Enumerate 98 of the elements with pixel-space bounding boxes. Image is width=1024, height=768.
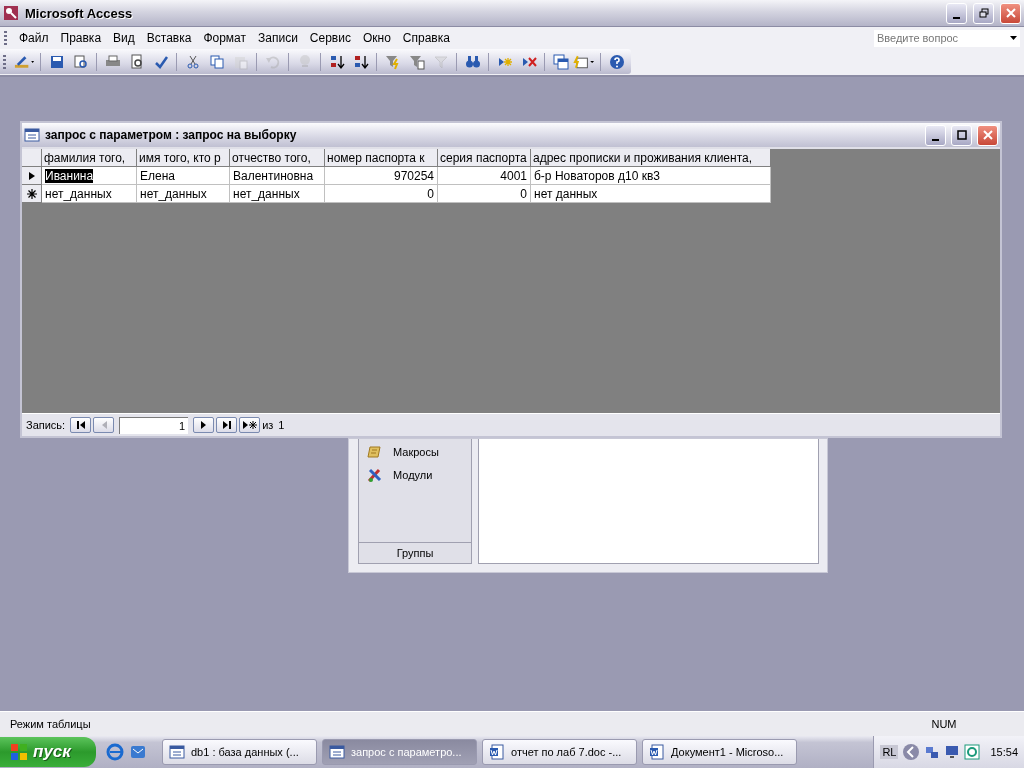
- taskbar-button[interactable]: Документ1 - Microso...: [642, 739, 797, 765]
- row-selector[interactable]: [22, 167, 42, 185]
- close-button[interactable]: [977, 124, 998, 146]
- table-cell[interactable]: нет данных: [531, 185, 771, 203]
- minimize-button[interactable]: [946, 2, 967, 24]
- table-cell[interactable]: 0: [438, 185, 531, 203]
- scroll-icon: [367, 444, 383, 460]
- navigation-button[interactable]: [70, 417, 92, 433]
- maximize-button[interactable]: [951, 124, 972, 146]
- table-cell[interactable]: 970254: [325, 167, 438, 185]
- magnifier-page-icon: [128, 53, 145, 70]
- funnel-lightning-icon: [384, 53, 401, 70]
- dropdown-icon: [1009, 36, 1017, 40]
- menu-item[interactable]: Правка: [54, 29, 108, 47]
- scissors-icon: [184, 53, 201, 70]
- sort-ascending-icon: [328, 53, 345, 70]
- table-cell[interactable]: б-р Новаторов д10 кв3: [531, 167, 771, 185]
- window-icon: [24, 127, 40, 143]
- minimize-icon: [953, 16, 960, 19]
- column-header[interactable]: имя того, кто р: [137, 149, 230, 167]
- window-icon: [329, 744, 345, 760]
- of-label: из: [262, 419, 274, 431]
- menu-item[interactable]: Записи: [252, 29, 304, 47]
- navigation-button[interactable]: [216, 417, 238, 433]
- mail-icon: [129, 743, 147, 761]
- binoculars-icon: [464, 53, 481, 70]
- new-record-icon: [241, 420, 258, 430]
- table-cell[interactable]: Елена: [137, 167, 230, 185]
- column-header[interactable]: отчество того,: [230, 149, 325, 167]
- window-icon: [169, 744, 185, 760]
- new-object-icon: [573, 53, 596, 70]
- menu-item[interactable]: Справка: [396, 29, 456, 47]
- column-header[interactable]: адрес прописки и проживания клиента,: [531, 149, 771, 167]
- ruler-pencil-icon: [13, 53, 36, 70]
- row-selector[interactable]: [22, 185, 42, 203]
- funnel-form-icon: [408, 53, 425, 70]
- maximize-icon: [956, 130, 967, 140]
- column-header[interactable]: фамилия того,: [42, 149, 137, 167]
- ask-question-field[interactable]: Введите вопрос: [874, 29, 1006, 47]
- close-icon: [982, 130, 993, 140]
- document-icon: [649, 744, 665, 760]
- restore-button[interactable]: [973, 2, 994, 24]
- funnel-icon: [432, 53, 449, 70]
- network-icon: [924, 744, 941, 760]
- record-number-field[interactable]: 1: [119, 416, 189, 434]
- document-icon: [489, 744, 505, 760]
- tray-app-icon: [964, 744, 981, 760]
- close-button[interactable]: [1000, 2, 1021, 24]
- navigation-button[interactable]: [193, 417, 215, 433]
- window-title: Microsoft Access: [25, 5, 134, 21]
- first-record-icon: [75, 420, 86, 430]
- table-cell[interactable]: 4001: [438, 167, 531, 185]
- table-cell[interactable]: нет_данных: [230, 185, 325, 203]
- windows-icon: [552, 53, 569, 70]
- help-icon: [608, 53, 625, 70]
- key-icon: [3, 5, 19, 21]
- restore-icon: [978, 8, 989, 18]
- current-row-icon: [27, 170, 36, 181]
- query-window-title: запрос с параметром : запрос на выборку: [45, 128, 298, 142]
- table-cell[interactable]: Иванина: [42, 167, 137, 185]
- last-record-icon: [221, 420, 232, 430]
- column-header[interactable]: номер паспорта к: [325, 149, 438, 167]
- menu-item[interactable]: Формат: [197, 29, 253, 47]
- record-count: 1: [278, 419, 285, 431]
- minimize-button[interactable]: [925, 124, 946, 146]
- tools-icon: [367, 467, 383, 483]
- menu-item[interactable]: Файл: [13, 29, 55, 47]
- taskbar-button[interactable]: db1 : база данных (...: [162, 739, 317, 765]
- clock: 15:54: [990, 746, 1018, 758]
- groups-button[interactable]: Группы: [359, 542, 471, 563]
- menu-item[interactable]: Окно: [356, 29, 397, 47]
- menu-item[interactable]: Вставка: [140, 29, 198, 47]
- table-cell[interactable]: Валентиновна: [230, 167, 325, 185]
- object-type-item[interactable]: Макросы: [393, 446, 439, 458]
- taskbar-button[interactable]: отчет по лаб 7.doc -...: [482, 739, 637, 765]
- status-text: Режим таблицы: [10, 718, 92, 730]
- table-cell[interactable]: нет_данных: [137, 185, 230, 203]
- chevron-left-icon: [902, 743, 921, 761]
- menu-item[interactable]: Сервис: [303, 29, 357, 47]
- magnifier-page-icon: [72, 53, 89, 70]
- close-icon: [1005, 8, 1016, 18]
- dropdown-button[interactable]: [1006, 29, 1020, 47]
- save-icon: [48, 53, 65, 70]
- record-label: Запись:: [26, 419, 66, 431]
- copy-icon: [208, 53, 225, 70]
- object-type-item[interactable]: Модули: [393, 469, 433, 481]
- asterisk-icon: [26, 188, 37, 199]
- minimize-icon: [932, 138, 939, 141]
- monitor-icon: [944, 744, 961, 760]
- menu-item[interactable]: Вид: [107, 29, 141, 47]
- column-header[interactable]: серия паспорта: [438, 149, 531, 167]
- table-cell[interactable]: 0: [325, 185, 438, 203]
- navigation-button[interactable]: [239, 417, 261, 433]
- language-indicator[interactable]: RL: [880, 745, 899, 759]
- windows-flag-icon: [10, 743, 28, 761]
- sort-descending-icon: [352, 53, 369, 70]
- status-indicator: NUM: [930, 718, 958, 730]
- table-cell[interactable]: нет_данных: [42, 185, 137, 203]
